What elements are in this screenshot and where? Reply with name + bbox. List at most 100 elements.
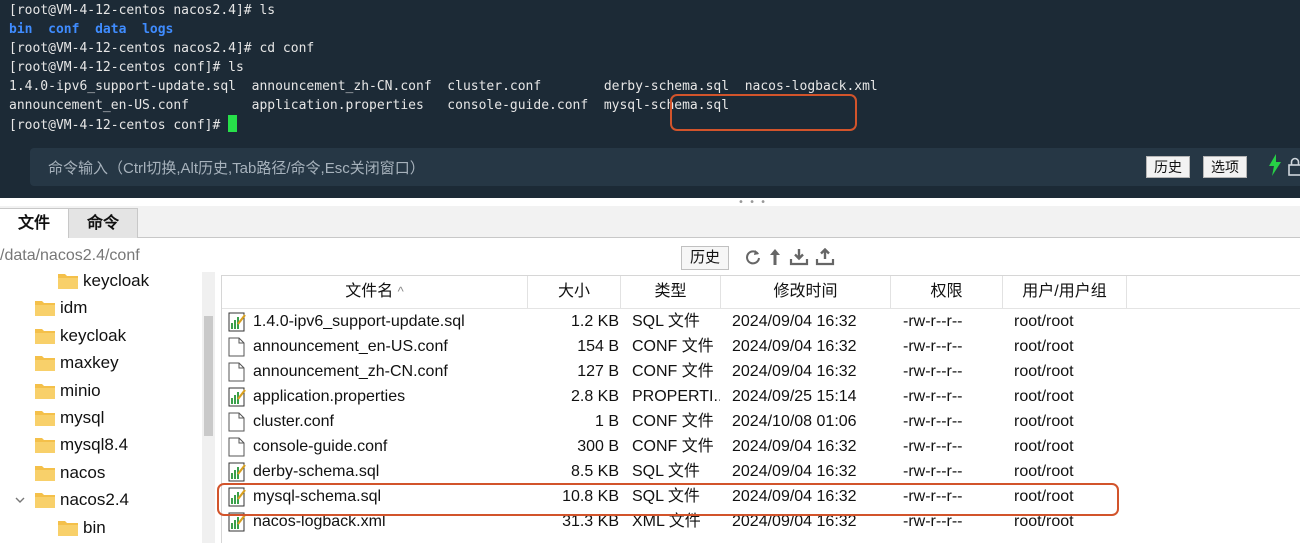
directory-tree[interactable]: keycloak idm keycloak maxkey minio mysql mysql… [0, 272, 220, 543]
tree-item-maxkey[interactable]: maxkey [0, 351, 200, 375]
cell-modified: 2024/09/04 16:32 [732, 438, 857, 455]
command-input-bar[interactable]: 命令输入（Ctrl切换,Alt历史,Tab路径/命令,Esc关闭窗口） 历史 选… [30, 148, 1300, 186]
path-input[interactable]: /data/nacos2.4/conf [0, 247, 140, 265]
tree-scrollbar-thumb[interactable] [204, 316, 213, 436]
terminal-panel[interactable]: [root@VM-4-12-centos nacos2.4]# ls bin co… [0, 0, 1300, 198]
command-input-placeholder[interactable]: 命令输入（Ctrl切换,Alt历史,Tab路径/命令,Esc关闭窗口） [48, 157, 425, 178]
tree-scrollbar[interactable] [202, 272, 215, 543]
column-header-name[interactable]: 文件名 ^ [222, 276, 528, 308]
cell-modified: 2024/09/04 16:32 [732, 513, 857, 530]
tree-item-keycloak[interactable]: keycloak [0, 272, 200, 293]
script-file-icon [228, 512, 246, 532]
options-button[interactable]: 选项 [1203, 156, 1247, 178]
tree-item-nacos2.4[interactable]: nacos2.4 [0, 488, 200, 512]
tab-files[interactable]: 文件 [0, 208, 70, 240]
terminal-text: [root@VM-4-12-centos nacos2.4]# cd conf [9, 41, 315, 56]
column-header-size[interactable]: 大小 [528, 276, 621, 308]
upload-icon[interactable] [815, 248, 835, 266]
script-file-icon [228, 487, 246, 507]
cell-name: nacos-logback.xml [253, 513, 386, 530]
chevron-down-icon[interactable] [14, 494, 26, 506]
file-row[interactable]: cluster.conf 1 B CONF 文件 2024/10/08 01:06 -r… [222, 409, 1300, 434]
terminal-line: [root@VM-4-12-centos conf]# ls [9, 58, 244, 77]
cell-modified: 2024/09/04 16:32 [732, 363, 857, 380]
folder-icon [35, 465, 55, 481]
cell-name: announcement_en-US.conf [253, 338, 448, 355]
tree-item-label: mysql [60, 408, 105, 427]
tree-item-mysql8.4[interactable]: mysql8.4 [0, 433, 200, 457]
cell-owner: root/root [1014, 388, 1074, 405]
cell-size: 300 B [577, 438, 619, 455]
lock-icon[interactable] [1288, 156, 1300, 176]
folder-icon [35, 493, 55, 509]
cell-permissions: -rw-r--r-- [903, 413, 963, 430]
file-row[interactable]: mysql-schema.sql 10.8 KB SQL 文件 2024/09/04 … [222, 484, 1300, 509]
panel-splitter[interactable]: • • • [0, 198, 1300, 208]
cell-owner: root/root [1014, 413, 1074, 430]
cell-name: announcement_zh-CN.conf [253, 363, 448, 380]
tree-item-mysql[interactable]: mysql [0, 406, 200, 430]
terminal-line: bin conf data logs [9, 20, 173, 39]
cell-size: 2.8 KB [570, 388, 619, 405]
cell-permissions: -rw-r--r-- [903, 313, 963, 330]
cell-permissions: -rw-r--r-- [903, 488, 963, 505]
tree-item-nacos[interactable]: nacos [0, 461, 200, 485]
refresh-icon[interactable] [744, 248, 762, 266]
terminal-text: 1.4.0-ipv6_support-update.sql announceme… [9, 79, 878, 94]
terminal-text: announcement_en-US.conf application.prop… [9, 98, 730, 113]
history-button[interactable]: 历史 [1146, 156, 1190, 178]
up-directory-icon[interactable] [768, 248, 782, 266]
cell-type: SQL 文件 [632, 488, 700, 505]
column-header-owner[interactable]: 用户/用户组 [1003, 276, 1127, 308]
tree-item-bin[interactable]: bin [0, 516, 200, 540]
folder-icon [58, 520, 78, 536]
folder-icon [35, 328, 55, 344]
cell-name: application.properties [253, 388, 406, 405]
file-row[interactable]: 1.4.0-ipv6_support-update.sql 1.2 KB SQL 文… [222, 309, 1300, 334]
column-header-modified[interactable]: 修改时间 [721, 276, 891, 308]
file-row[interactable]: announcement_en-US.conf 154 B CONF 文件 2024/… [222, 334, 1300, 359]
cell-owner: root/root [1014, 438, 1074, 455]
lightning-icon[interactable] [1268, 154, 1282, 176]
tree-item-minio[interactable]: minio [0, 379, 200, 403]
document-file-icon [228, 337, 245, 357]
tree-item-idm[interactable]: idm [0, 296, 200, 320]
folder-icon [58, 274, 78, 289]
terminal-line: [root@VM-4-12-centos nacos2.4]# ls [9, 1, 275, 20]
cell-owner: root/root [1014, 338, 1074, 355]
file-row[interactable]: application.properties 2.8 KB PROPERTI... 2… [222, 384, 1300, 409]
download-icon[interactable] [789, 248, 809, 266]
cell-type: PROPERTI... [632, 388, 720, 405]
cell-type: SQL 文件 [632, 313, 700, 330]
cell-type: CONF 文件 [632, 413, 714, 430]
cell-owner: root/root [1014, 513, 1074, 530]
cell-modified: 2024/09/25 15:14 [732, 388, 857, 405]
cell-size: 10.8 KB [562, 488, 619, 505]
cell-permissions: -rw-r--r-- [903, 463, 963, 480]
cell-name: cluster.conf [253, 413, 334, 430]
path-history-button[interactable]: 历史 [681, 246, 730, 270]
column-header-permissions[interactable]: 权限 [891, 276, 1003, 308]
cell-permissions: -rw-r--r-- [903, 388, 963, 405]
tree-item-label: nacos2.4 [60, 490, 129, 510]
script-file-icon [228, 312, 246, 332]
tab-commands[interactable]: 命令 [68, 208, 139, 239]
file-row[interactable]: announcement_zh-CN.conf 127 B CONF 文件 2024/… [222, 359, 1300, 384]
tree-item-keycloak[interactable]: keycloak [0, 324, 200, 348]
document-file-icon [228, 437, 245, 457]
file-row[interactable]: derby-schema.sql 8.5 KB SQL 文件 2024/09/04 1… [222, 459, 1300, 484]
file-list[interactable]: 文件名 ^ 大小 类型 修改时间 权限 用户/用户组 1.4.0-ipv6_su… [221, 275, 1300, 543]
terminal-text: [root@VM-4-12-centos nacos2.4]# ls [9, 3, 276, 18]
cell-name: 1.4.0-ipv6_support-update.sql [253, 313, 465, 330]
cell-name: derby-schema.sql [253, 463, 380, 480]
terminal-directory-name: data [95, 22, 127, 37]
file-row[interactable]: nacos-logback.xml 31.3 KB XML 文件 2024/09/04… [222, 509, 1300, 534]
terminal-cursor [228, 115, 238, 132]
file-row[interactable]: console-guide.conf 300 B CONF 文件 2024/09/04… [222, 434, 1300, 459]
cell-type: CONF 文件 [632, 438, 714, 455]
cell-type: CONF 文件 [632, 363, 714, 380]
column-header-type[interactable]: 类型 [621, 276, 721, 308]
script-file-icon [228, 462, 246, 482]
terminal-line: 1.4.0-ipv6_support-update.sql announceme… [9, 77, 878, 96]
